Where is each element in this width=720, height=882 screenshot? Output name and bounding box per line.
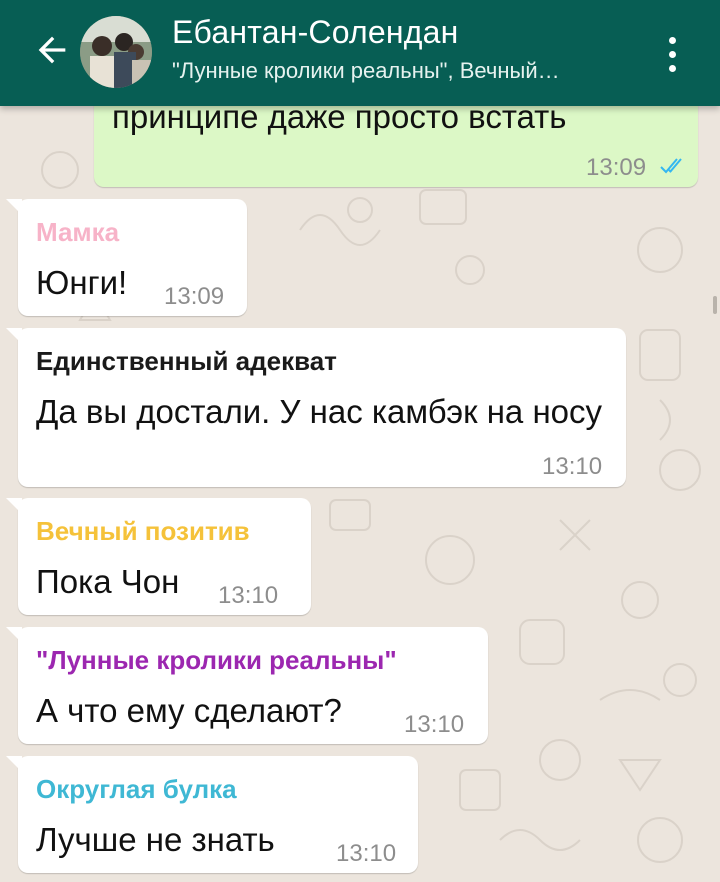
message-bubble-incoming[interactable]: Единственный адекват Да вы достали. У на… xyxy=(6,328,626,487)
back-button[interactable] xyxy=(24,22,80,78)
scrollbar-thumb[interactable] xyxy=(713,296,717,314)
message-bubble-incoming[interactable]: Округлая булка Лучше не знать 13:10 xyxy=(6,756,418,873)
message-text: Пока Чон xyxy=(36,563,180,600)
message-sender[interactable]: Мамка xyxy=(36,217,119,248)
group-photo xyxy=(80,16,152,88)
message-time: 13:10 xyxy=(404,711,465,738)
message-sender[interactable]: Вечный позитив xyxy=(36,516,250,547)
message-text: Да вы достали. У нас камбэк на носу xyxy=(36,393,603,430)
message-text: Лучше не знать xyxy=(36,821,275,858)
message-time: 13:10 xyxy=(218,582,279,609)
group-avatar[interactable] xyxy=(80,16,152,88)
double-check-read-icon xyxy=(660,158,682,174)
more-vertical-icon xyxy=(668,36,676,44)
chat-header: Ебантан-Солендан "Лунные кролики реальны… xyxy=(0,0,720,106)
message-sender[interactable]: Округлая булка xyxy=(36,774,237,805)
message-time: 13:09 xyxy=(164,283,225,310)
chat-members-subtitle[interactable]: "Лунные кролики реальны", Вечный… xyxy=(172,58,632,84)
message-time: 13:09 xyxy=(586,154,647,181)
message-bubble-incoming[interactable]: Мамка Юнги! 13:09 xyxy=(6,199,247,316)
more-options-button[interactable] xyxy=(652,26,692,82)
chat-title[interactable]: Ебантан-Солендан xyxy=(172,14,459,51)
message-text: Юнги! xyxy=(36,264,128,301)
message-time: 13:10 xyxy=(336,840,397,867)
message-text: А что ему сделают? xyxy=(36,692,342,729)
arrow-left-icon xyxy=(38,36,66,64)
message-sender[interactable]: Единственный адекват xyxy=(36,346,337,377)
message-sender[interactable]: "Лунные кролики реальны" xyxy=(36,645,397,676)
message-time: 13:10 xyxy=(542,453,603,480)
message-bubble-incoming[interactable]: Вечный позитив Пока Чон 13:10 xyxy=(6,498,311,615)
message-bubble-incoming[interactable]: "Лунные кролики реальны" А что ему сдела… xyxy=(6,627,488,744)
